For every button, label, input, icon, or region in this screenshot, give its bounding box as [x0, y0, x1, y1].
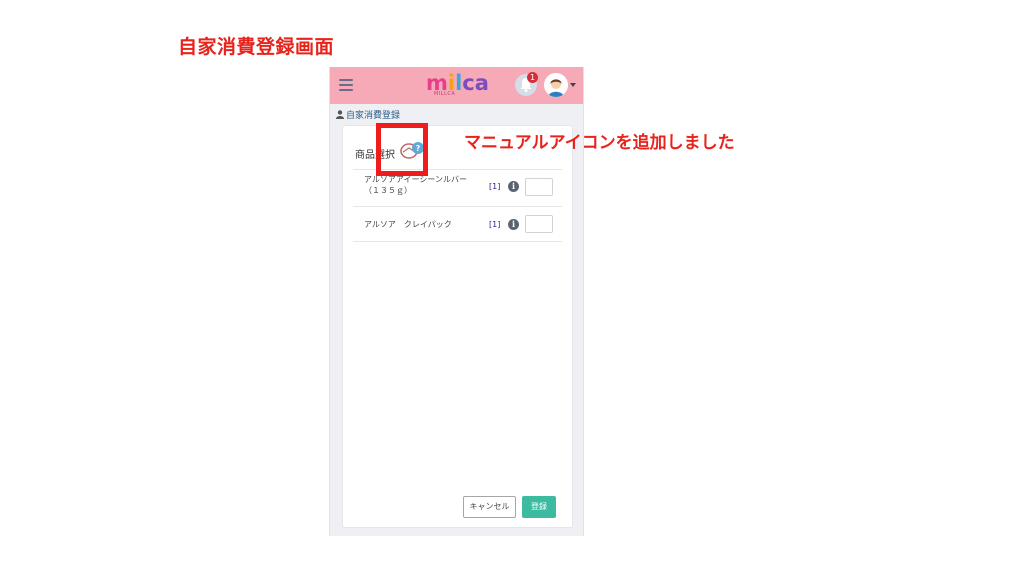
notification-badge: 1	[527, 72, 538, 83]
breadcrumb-label: 自家消費登録	[346, 111, 401, 121]
divider	[353, 241, 562, 242]
hamburger-menu-icon[interactable]	[339, 79, 353, 91]
info-icon[interactable]: i	[508, 219, 519, 230]
user-icon	[336, 109, 344, 122]
form-card: 商品選択 ? アルソアアイーシーンルバー（１３５ｇ） [1] i アルソア クレ…	[342, 125, 573, 528]
submit-button[interactable]: 登録	[522, 496, 556, 518]
breadcrumb: 自家消費登録	[336, 108, 400, 122]
divider	[353, 206, 562, 207]
chevron-down-icon[interactable]	[570, 83, 576, 87]
page-heading: 自家消費登録画面	[178, 36, 335, 58]
quantity-input[interactable]	[525, 215, 553, 233]
annotation-text: マニュアルアイコンを追加しました	[464, 133, 735, 153]
item-count: [1]	[489, 182, 501, 191]
item-name: アルソア クレイパック	[364, 220, 452, 229]
logo-tagline: MILLCA	[434, 91, 456, 97]
item-name: アルソアアイーシーンルバー（１３５ｇ）	[364, 175, 467, 195]
info-icon[interactable]: i	[508, 181, 519, 192]
cancel-button[interactable]: キャンセル	[463, 496, 516, 518]
top-navbar: milca MILLCA 1	[330, 67, 583, 104]
quantity-input[interactable]	[525, 178, 553, 196]
highlight-box	[376, 123, 428, 176]
user-avatar[interactable]	[544, 73, 568, 97]
item-count: [1]	[489, 220, 501, 229]
